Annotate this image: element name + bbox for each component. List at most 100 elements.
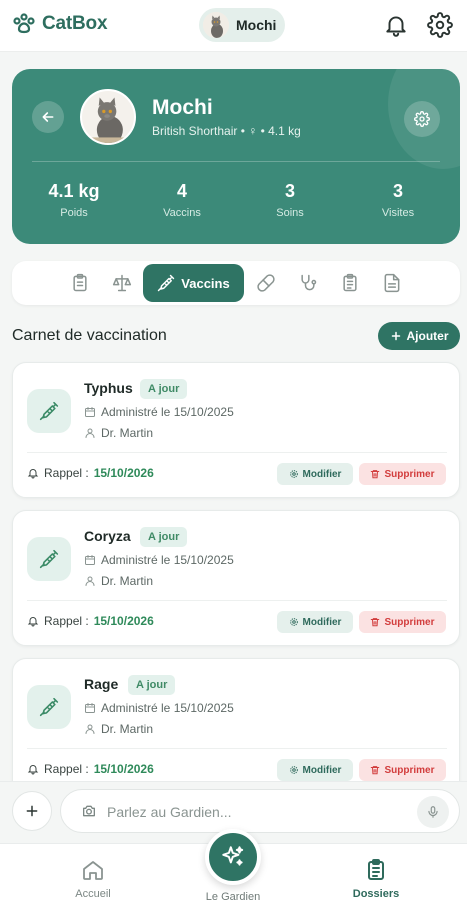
back-button[interactable] — [32, 101, 64, 133]
nav-home[interactable]: Accueil — [53, 858, 133, 900]
pet-avatar — [203, 12, 229, 38]
syringe-icon — [27, 537, 71, 581]
status-badge: A jour — [128, 675, 176, 695]
tab-clipboard-icon[interactable] — [70, 273, 90, 293]
modify-button[interactable]: Modifier — [277, 463, 353, 485]
gear-icon[interactable] — [427, 12, 453, 38]
pet-selector-chip[interactable]: Mochi — [199, 8, 285, 42]
bell-icon[interactable] — [383, 12, 409, 38]
vaccine-card: Rage A jour Administré le 15/10/2025 Dr.… — [12, 658, 460, 781]
arrow-left-icon — [42, 112, 54, 122]
trash-icon — [371, 618, 380, 627]
status-badge: A jour — [140, 527, 188, 547]
administered-date: Administré le 15/10/2025 — [101, 553, 234, 567]
section-title: Carnet de vaccination — [12, 327, 167, 344]
stat-value: 3 — [392, 181, 403, 201]
stat-label: Vaccins — [163, 207, 201, 219]
record-tabs: Vaccins — [12, 261, 460, 305]
trash-icon — [371, 766, 380, 775]
gear-icon — [289, 470, 298, 478]
top-bar: CatBox Mochi — [0, 0, 467, 52]
tab-scale-icon[interactable] — [112, 273, 132, 293]
vaccine-card: Coryza A jour Administré le 15/10/2025 D… — [12, 510, 460, 646]
delete-label: Supprimer — [384, 468, 435, 480]
gear-icon — [414, 111, 430, 127]
delete-button[interactable]: Supprimer — [359, 611, 446, 633]
syringe-icon — [158, 274, 175, 292]
person-icon — [85, 428, 95, 438]
stat-weight: 4.1 kg Poids — [24, 181, 124, 219]
vet-name: Dr. Martin — [101, 574, 154, 588]
reminder: Rappel : 15/10/2026 — [27, 762, 154, 776]
modify-label: Modifier — [302, 468, 342, 480]
plus-icon — [391, 331, 400, 341]
stat-vaccines: 4 Vaccins — [132, 181, 232, 219]
stat-value: 4.1 kg — [48, 181, 100, 201]
administered-date: Administré le 15/10/2025 — [101, 701, 234, 715]
guardian-button[interactable] — [205, 829, 261, 885]
administered-line: Administré le 15/10/2025 — [84, 701, 234, 715]
add-vaccine-button[interactable]: Ajouter — [378, 322, 460, 350]
status-badge: A jour — [140, 379, 188, 399]
card-divider — [27, 748, 447, 749]
vaccine-name: Rage — [84, 676, 119, 692]
app-name: CatBox — [42, 13, 108, 34]
stat-visits: 3 Visites — [348, 181, 448, 219]
stat-value: 3 — [284, 181, 295, 201]
delete-label: Supprimer — [384, 616, 435, 628]
brand[interactable]: CatBox — [12, 12, 108, 36]
person-icon — [85, 724, 95, 734]
vaccine-list[interactable]: Typhus A jour Administré le 15/10/2025 D… — [0, 360, 467, 781]
paw-logo-icon — [13, 13, 35, 34]
reminder: Rappel : 15/10/2026 — [27, 614, 154, 628]
tab-pill-icon[interactable] — [256, 273, 276, 293]
modify-button[interactable]: Modifier — [277, 611, 353, 633]
tab-checklist-icon[interactable] — [340, 273, 360, 293]
reminder-label: Rappel : — [44, 466, 89, 480]
clipboard-icon — [364, 858, 388, 882]
tab-document-icon[interactable] — [382, 273, 402, 293]
gear-icon — [289, 618, 298, 626]
bell-icon — [27, 469, 39, 479]
reminder-label: Rappel : — [44, 762, 89, 776]
tab-stethoscope-icon[interactable] — [298, 273, 318, 293]
tab-vaccines[interactable]: Vaccins — [143, 264, 244, 302]
card-divider — [27, 600, 447, 601]
stat-care: 3 Soins — [240, 181, 340, 219]
stat-label: Visites — [381, 207, 415, 219]
attach-button[interactable] — [12, 791, 52, 831]
stat-label: Poids — [60, 207, 88, 219]
delete-button[interactable]: Supprimer — [359, 463, 446, 485]
vet-line: Dr. Martin — [84, 426, 153, 440]
bell-icon — [27, 617, 39, 627]
delete-button[interactable]: Supprimer — [359, 759, 446, 781]
pet-name: Mochi — [152, 96, 213, 119]
vaccine-card: Typhus A jour Administré le 15/10/2025 D… — [12, 362, 460, 498]
pet-breed-info: British Shorthair • ♀ • 4.1 kg — [152, 124, 301, 138]
vet-name: Dr. Martin — [101, 426, 154, 440]
add-button-label: Ajouter — [406, 329, 449, 343]
microphone-icon — [428, 806, 438, 818]
delete-label: Supprimer — [384, 764, 435, 776]
modify-label: Modifier — [302, 764, 342, 776]
nav-records-label: Dossiers — [352, 888, 400, 900]
person-icon — [85, 576, 95, 586]
card-divider — [27, 452, 447, 453]
syringe-icon — [27, 685, 71, 729]
administered-line: Administré le 15/10/2025 — [84, 405, 234, 419]
nav-records[interactable]: Dossiers — [336, 858, 416, 900]
administered-date: Administré le 15/10/2025 — [101, 405, 234, 419]
pet-chip-name: Mochi — [236, 17, 277, 33]
modify-button[interactable]: Modifier — [277, 759, 353, 781]
nav-guardian-label: Le Gardien — [205, 891, 261, 903]
pet-settings-button[interactable] — [404, 101, 440, 137]
reminder-label: Rappel : — [44, 614, 89, 628]
pet-profile-card: Mochi British Shorthair • ♀ • 4.1 kg 4.1… — [12, 69, 460, 244]
modify-label: Modifier — [302, 616, 342, 628]
administered-line: Administré le 15/10/2025 — [84, 553, 234, 567]
chat-input-container — [60, 789, 460, 833]
chat-input[interactable] — [107, 801, 407, 823]
camera-icon[interactable] — [81, 803, 97, 819]
vaccine-name: Typhus — [84, 380, 133, 396]
mic-button[interactable] — [417, 796, 449, 828]
